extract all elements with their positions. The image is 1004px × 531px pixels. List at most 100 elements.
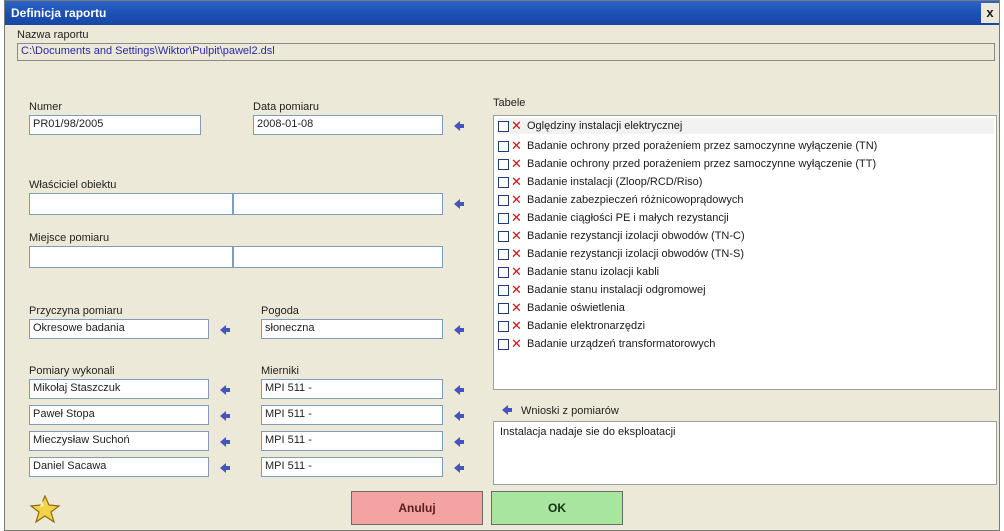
cross-icon: ✕ (511, 246, 522, 261)
table-list-item[interactable]: ✕ Badanie instalacji (Zloop/RCD/Riso) (498, 174, 702, 190)
performer-field[interactable]: Mikołaj Staszczuk (29, 379, 209, 399)
table-list-item[interactable]: ✕ Badanie ciągłości PE i małych rezystanc… (498, 210, 729, 226)
pick-arrow-icon (220, 463, 230, 473)
pick-arrow-icon (220, 325, 230, 335)
pick-arrow-icon (454, 437, 464, 447)
performer-field[interactable]: Paweł Stopa (29, 405, 209, 425)
pick-arrow-icon (220, 411, 230, 421)
checkbox[interactable] (498, 194, 509, 206)
pick-arrow-icon (220, 385, 230, 395)
meter-field[interactable]: MPI 511 - (261, 457, 443, 477)
meter-picker-button[interactable] (451, 409, 467, 425)
cancel-button[interactable]: Anuluj (351, 491, 483, 525)
performer-picker-button[interactable] (217, 409, 233, 425)
meter-field[interactable]: MPI 511 - (261, 379, 443, 399)
meters-label: Mierniki (261, 365, 299, 377)
meter-field[interactable]: MPI 511 - (261, 405, 443, 425)
table-list-item[interactable]: ✕ Badanie oświetlenia (498, 300, 625, 316)
place-field-1[interactable] (29, 246, 233, 268)
number-field[interactable]: PR01/98/2005 (29, 115, 201, 135)
star-icon[interactable] (29, 493, 61, 525)
checkbox[interactable] (498, 212, 509, 224)
table-list-item[interactable]: ✕ Badanie urządzeń transformatorowych (498, 336, 715, 352)
weather-field[interactable]: słoneczna (261, 319, 443, 339)
table-list-item[interactable]: ✕ Badanie rezystancji izolacji obwodów (T… (498, 246, 744, 262)
report-name-label: Nazwa raportu (17, 29, 89, 41)
cross-icon: ✕ (511, 336, 522, 351)
checkbox[interactable] (498, 302, 509, 314)
owner-label: Właściciel obiektu (29, 179, 117, 191)
weather-picker-button[interactable] (451, 323, 467, 339)
cross-icon: ✕ (511, 192, 522, 207)
close-icon[interactable]: x (981, 3, 999, 23)
checkbox[interactable] (498, 120, 509, 132)
table-list-item[interactable]: ✕ Badanie zabezpieczeń różnicowoprądowych (498, 192, 743, 208)
cross-icon: ✕ (511, 210, 522, 225)
checkbox[interactable] (498, 338, 509, 350)
meter-picker-button[interactable] (451, 383, 467, 399)
performer-field[interactable]: Daniel Sacawa (29, 457, 209, 477)
cross-icon: ✕ (511, 174, 522, 189)
pick-arrow-icon (454, 199, 464, 209)
ok-button[interactable]: OK (491, 491, 623, 525)
owner-field-2[interactable] (233, 193, 443, 215)
table-list-item[interactable]: ✕ Oględziny instalacji elektrycznej (498, 118, 994, 134)
cross-icon: ✕ (511, 228, 522, 243)
performer-picker-button[interactable] (217, 461, 233, 477)
tables-label: Tabele (493, 97, 526, 109)
table-list-item[interactable]: ✕ Badanie rezystancji izolacji obwodów (T… (498, 228, 745, 244)
pick-arrow-icon (454, 385, 464, 395)
meter-picker-button[interactable] (451, 435, 467, 451)
checkbox[interactable] (498, 230, 509, 242)
window-title: Definicja raportu (11, 6, 107, 20)
cross-icon: ✕ (511, 318, 522, 333)
tables-list: ✕ Oględziny instalacji elektrycznej ✕ Bada… (493, 115, 997, 390)
pick-arrow-icon (502, 405, 512, 415)
date-label: Data pomiaru (253, 101, 320, 113)
cross-icon: ✕ (511, 264, 522, 279)
cross-icon: ✕ (511, 282, 522, 297)
conclusions-picker-button[interactable] (499, 403, 515, 419)
reason-picker-button[interactable] (217, 323, 233, 339)
date-field[interactable]: 2008-01-08 (253, 115, 443, 135)
checkbox[interactable] (498, 284, 509, 296)
report-definition-dialog: Definicja raportu x Nazwa raportu C:\Doc… (4, 0, 1000, 531)
cross-icon: ✕ (511, 300, 522, 315)
performers-label: Pomiary wykonali (29, 365, 115, 377)
reason-field[interactable]: Okresowe badania (29, 319, 209, 339)
checkbox[interactable] (498, 158, 509, 170)
report-name-field[interactable]: C:\Documents and Settings\Wiktor\Pulpit\… (17, 43, 995, 61)
pick-arrow-icon (454, 411, 464, 421)
date-picker-button[interactable] (451, 119, 467, 135)
table-list-item[interactable]: ✕ Badanie stanu instalacji odgromowej (498, 282, 706, 298)
reason-label: Przyczyna pomiaru (29, 305, 123, 317)
number-label: Numer (29, 101, 63, 113)
cross-icon: ✕ (511, 138, 522, 153)
pick-arrow-icon (454, 325, 464, 335)
conclusions-field[interactable]: Instalacja nadaje sie do eksploatacji (493, 421, 997, 485)
place-label: Miejsce pomiaru (29, 232, 110, 244)
weather-label: Pogoda (261, 305, 299, 317)
checkbox[interactable] (498, 266, 509, 278)
performer-field[interactable]: Mieczysław Suchoń (29, 431, 209, 451)
meter-picker-button[interactable] (451, 461, 467, 477)
performer-picker-button[interactable] (217, 435, 233, 451)
cross-icon: ✕ (511, 118, 522, 133)
table-list-item[interactable]: ✕ Badanie stanu izolacji kabli (498, 264, 659, 280)
owner-field-1[interactable] (29, 193, 233, 215)
place-field-2[interactable] (233, 246, 443, 268)
conclusions-label: Wnioski z pomiarów (521, 405, 619, 417)
checkbox[interactable] (498, 176, 509, 188)
pick-arrow-icon (220, 437, 230, 447)
table-list-item[interactable]: ✕ Badanie ochrony przed porażeniem przez … (498, 156, 876, 172)
pick-arrow-icon (454, 463, 464, 473)
checkbox[interactable] (498, 248, 509, 260)
table-list-item[interactable]: ✕ Badanie elektronarzędzi (498, 318, 645, 334)
checkbox[interactable] (498, 140, 509, 152)
table-list-item[interactable]: ✕ Badanie ochrony przed porażeniem przez … (498, 138, 877, 154)
owner-picker-button[interactable] (451, 197, 467, 213)
meter-field[interactable]: MPI 511 - (261, 431, 443, 451)
performer-picker-button[interactable] (217, 383, 233, 399)
checkbox[interactable] (498, 320, 509, 332)
cross-icon: ✕ (511, 156, 522, 171)
